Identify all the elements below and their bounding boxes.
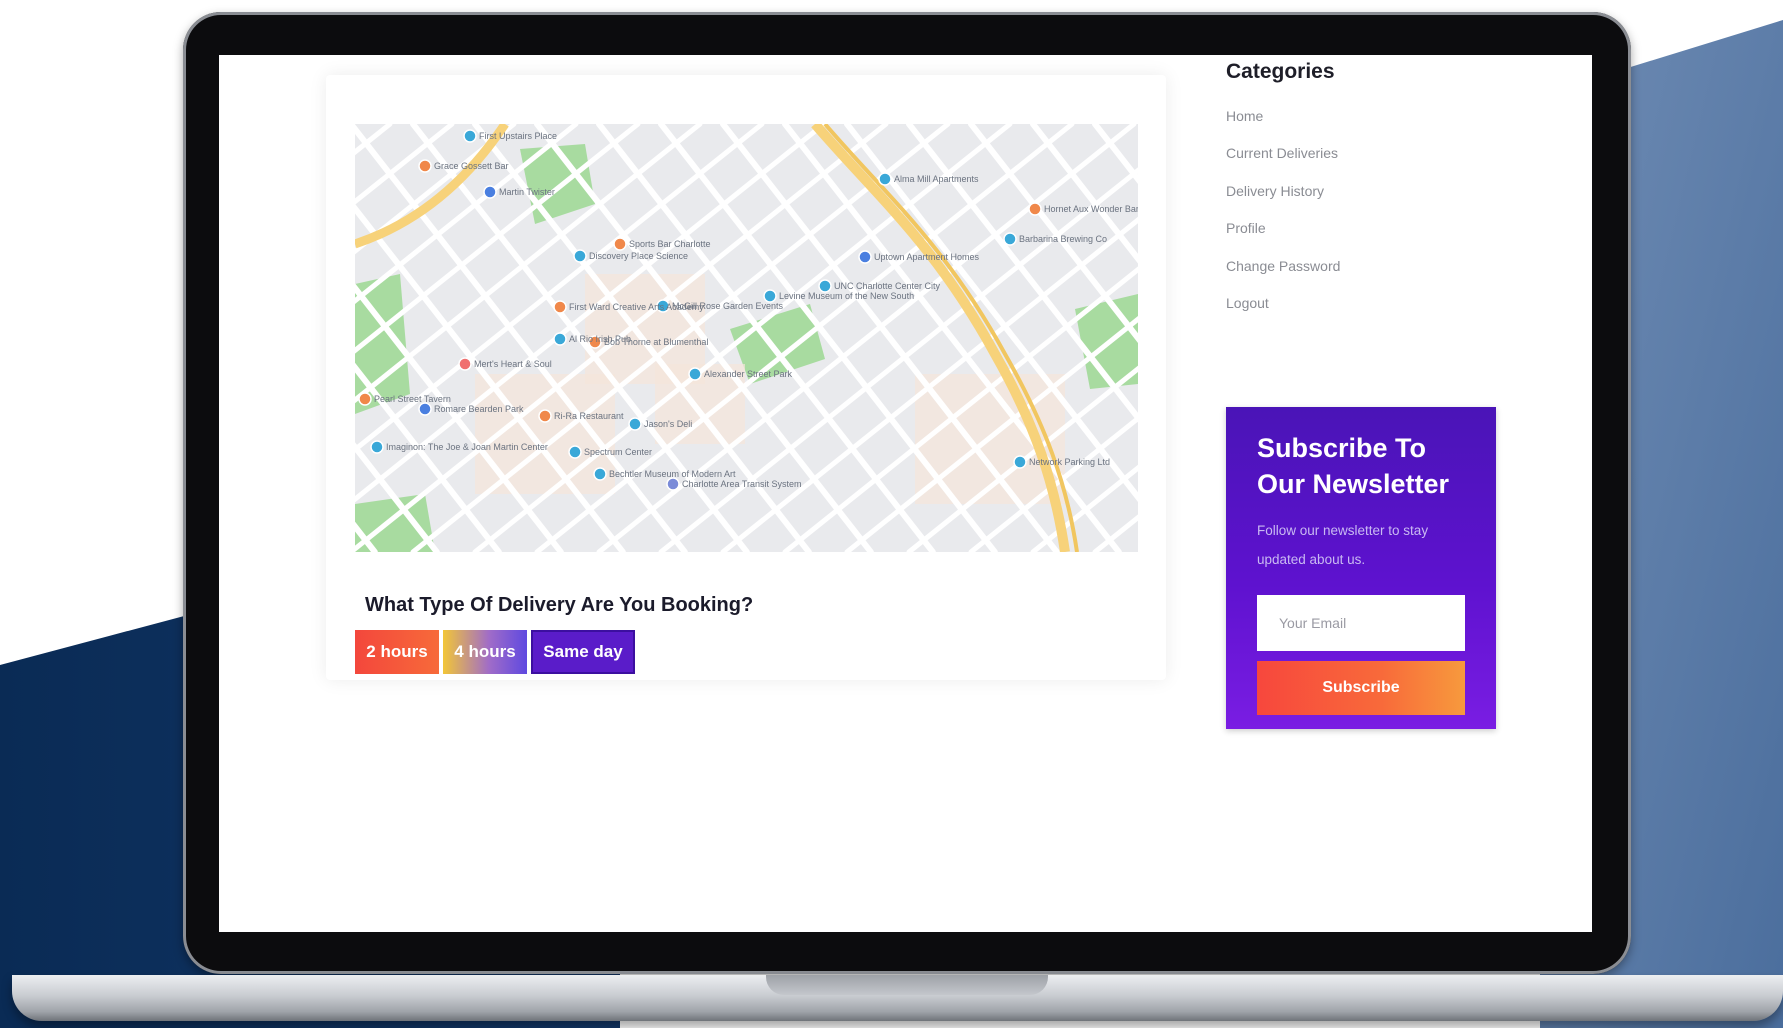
map-place-label: Jason's Deli — [644, 419, 692, 429]
map-place-label: Alexander Street Park — [704, 369, 793, 379]
map-place-label: Sports Bar Charlotte — [629, 239, 711, 249]
map-pin-icon[interactable] — [858, 250, 872, 264]
map-pin-icon[interactable] — [878, 172, 892, 186]
sidebar-item-change-password[interactable]: Change Password — [1226, 258, 1340, 295]
map-pin-icon[interactable] — [1028, 202, 1042, 216]
laptop-screen: First Upstairs Place Grace Gossett Bar Mar… — [219, 55, 1592, 932]
map-place-label: Mert's Heart & Soul — [474, 359, 552, 369]
subscribe-button[interactable]: Subscribe — [1257, 661, 1465, 715]
sidebar-item-home[interactable]: Home — [1226, 108, 1340, 145]
map-place-label: Charlotte Area Transit System — [682, 479, 802, 489]
map-pin-icon[interactable] — [370, 440, 384, 454]
laptop-base-notch — [766, 975, 1048, 995]
map-place-label: Bob Thorne at Blumenthal — [604, 337, 708, 347]
map-pin-icon[interactable] — [568, 445, 582, 459]
sidebar-item-current-deliveries[interactable]: Current Deliveries — [1226, 145, 1340, 182]
newsletter-box: Subscribe To Our Newsletter Follow our n… — [1226, 407, 1496, 729]
map-pin-icon[interactable] — [553, 300, 567, 314]
map-place-label: Alma Mill Apartments — [894, 174, 979, 184]
map-place-label: Discovery Place Science — [589, 251, 688, 261]
map-pin-icon[interactable] — [358, 392, 372, 406]
map-pin-icon[interactable] — [1013, 455, 1027, 469]
sidebar-item-delivery-history[interactable]: Delivery History — [1226, 183, 1340, 220]
map-pin-icon[interactable] — [688, 367, 702, 381]
map-place-label: Ri-Ra Restaurant — [554, 411, 624, 421]
map-place-label: Uptown Apartment Homes — [874, 252, 980, 262]
map-place-label: First Ward Creative Arts Academy — [569, 302, 704, 312]
map-pin-icon[interactable] — [593, 467, 607, 481]
map-pin-icon[interactable] — [418, 159, 432, 173]
map-pin-icon[interactable] — [538, 409, 552, 423]
map-place-label: Martin Twister — [499, 187, 555, 197]
map-place-label: Pearl Street Tavern — [374, 394, 451, 404]
newsletter-description: Follow our newsletter to stay updated ab… — [1257, 523, 1429, 567]
map-place-label: Hornet Aux Wonder Bar — [1044, 204, 1138, 214]
newsletter-title: Subscribe To Our Newsletter — [1257, 433, 1450, 499]
delivery-card: First Upstairs Place Grace Gossett Bar Mar… — [326, 75, 1166, 680]
map-place-label: Imaginon: The Joe & Joan Martin Center — [386, 442, 548, 452]
map-pin-icon[interactable] — [573, 249, 587, 263]
map-pin-icon[interactable] — [1003, 232, 1017, 246]
map-pin-icon[interactable] — [458, 357, 472, 371]
map-place-label: Grace Gossett Bar — [434, 161, 509, 171]
map-place-label: Bechtler Museum of Modern Art — [609, 469, 736, 479]
option-2-hours-button[interactable]: 2 hours — [355, 630, 439, 674]
map-pin-icon[interactable] — [628, 417, 642, 431]
map-pin-icon[interactable] — [553, 332, 567, 346]
map-pin-icon[interactable] — [613, 237, 627, 251]
map-place-label: UNC Charlotte Center City — [834, 281, 941, 291]
delivery-map[interactable]: First Upstairs Place Grace Gossett Bar Mar… — [355, 124, 1138, 552]
map-place-label: Barbarina Brewing Co — [1019, 234, 1107, 244]
option-same-day-button[interactable]: Same day — [531, 630, 635, 674]
sidebar-item-logout[interactable]: Logout — [1226, 295, 1340, 332]
delivery-type-heading: What Type Of Delivery Are You Booking? — [365, 594, 754, 616]
map-pin-icon[interactable] — [463, 129, 477, 143]
categories-list: Home Current Deliveries Delivery History… — [1226, 108, 1340, 332]
map-place-label: First Upstairs Place — [479, 131, 557, 141]
map-pin-icon[interactable] — [666, 477, 680, 491]
delivery-options: 2 hours 4 hours Same day — [355, 630, 635, 674]
categories-title: Categories — [1226, 60, 1335, 83]
map-pin-icon[interactable] — [483, 185, 497, 199]
option-4-hours-button[interactable]: 4 hours — [443, 630, 527, 674]
newsletter-email-input[interactable] — [1257, 595, 1465, 651]
map-place-label: Romare Bearden Park — [434, 404, 524, 414]
map-pin-icon[interactable] — [418, 402, 432, 416]
map-place-label: Network Parking Ltd — [1029, 457, 1110, 467]
map-place-label: Levine Museum of the New South — [779, 291, 914, 301]
map-place-label: Spectrum Center — [584, 447, 652, 457]
sidebar-item-profile[interactable]: Profile — [1226, 220, 1340, 257]
